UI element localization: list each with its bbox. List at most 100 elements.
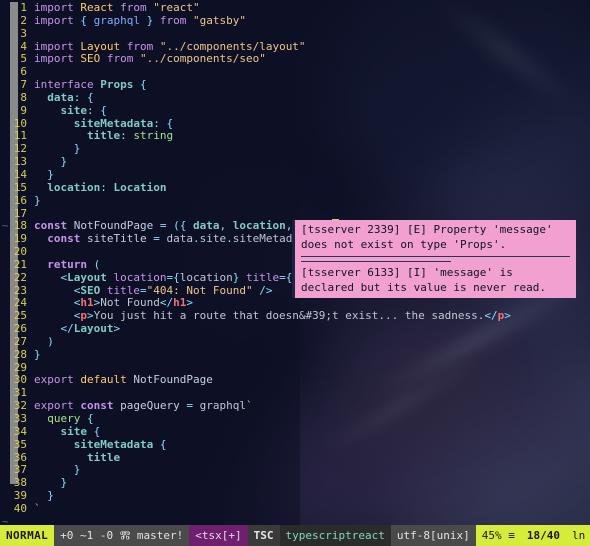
code-line[interactable]: 39 }	[0, 489, 590, 503]
code-token: const	[47, 232, 87, 246]
code-token: `	[245, 399, 253, 413]
code-token: }	[34, 489, 54, 503]
code-token: data	[166, 232, 193, 246]
code-line[interactable]: 16}	[0, 193, 590, 208]
line-number: 8	[20, 90, 27, 104]
code-token: "gatsby"	[192, 13, 246, 27]
code-token: title	[86, 450, 121, 464]
line-number: 1	[20, 1, 27, 14]
line-number: 5	[20, 52, 27, 66]
code-token: Layout	[73, 322, 114, 336]
line-number: 40	[13, 501, 27, 515]
code-token: import	[34, 13, 81, 27]
status-mode: NORMAL	[0, 525, 55, 546]
line-number: 20	[13, 245, 27, 259]
code-token: pageQuery	[120, 399, 180, 413]
code-line[interactable]: 38 }	[0, 476, 590, 490]
code-token: :	[100, 180, 114, 194]
code-line[interactable]: 36 title	[0, 450, 590, 465]
line-number: 34	[13, 424, 27, 438]
code-token: h1	[173, 296, 187, 310]
code-token: >	[186, 296, 193, 310]
status-filetype-indicator[interactable]: <tsx[+]	[189, 525, 248, 546]
code-line[interactable]: 26 </Layout>	[0, 322, 590, 336]
code-line[interactable]: 27 )	[0, 334, 590, 349]
code-line[interactable]: 12 }	[0, 142, 590, 156]
code-token: SEO	[80, 283, 101, 297]
code-token: siteMetadata	[73, 437, 154, 451]
code-token: }	[34, 463, 81, 477]
line-number: 9	[20, 103, 27, 117]
line-number: 35	[13, 437, 27, 451]
code-token: }	[34, 167, 54, 181]
code-line[interactable]: 2 import { graphql } from "gatsby"	[0, 13, 590, 28]
code-token: graphql	[199, 399, 246, 413]
code-token: location	[113, 270, 167, 284]
code-line[interactable]: 15 location: Location	[0, 180, 590, 195]
code-token: {	[80, 412, 94, 425]
code-line[interactable]: 28}	[0, 348, 590, 362]
status-tsc-badge[interactable]: TSC	[247, 525, 280, 546]
code-token: title	[106, 283, 140, 297]
status-git-branch[interactable]: +0 ~1 -0 Ⰿ master!	[54, 525, 190, 546]
code-token: {	[87, 424, 101, 438]
code-token: siteMetadata	[73, 116, 154, 130]
code-token: import	[34, 39, 81, 53]
code-token: }	[34, 142, 81, 156]
code-line[interactable]: 40 `	[0, 501, 590, 516]
code-token: `	[34, 501, 41, 515]
code-line[interactable]: 30 export default NotFoundPage	[0, 374, 590, 387]
status-language: typescriptreact	[279, 525, 391, 546]
code-token: default	[80, 373, 134, 387]
code-token: data	[47, 90, 74, 104]
line-number: 27	[13, 334, 27, 348]
code-token: from	[100, 52, 140, 66]
code-token: {	[133, 78, 147, 92]
code-token: {	[173, 270, 180, 284]
code-token: }	[232, 270, 246, 284]
code-token: =	[153, 219, 174, 233]
code-token: }	[34, 193, 41, 207]
line-number: 3	[20, 26, 27, 40]
code-token: Props	[100, 78, 134, 92]
code-line[interactable]: 13 }	[0, 155, 590, 169]
code-line[interactable]: 5 import SEO from "../components/seo"	[0, 52, 590, 66]
code-token: ({	[173, 219, 193, 233]
code-token: You just hit a route that doesn&#39;t ex…	[93, 309, 485, 323]
code-token: .	[226, 232, 233, 246]
line-change-marker: ~	[1, 219, 9, 233]
code-token: {	[153, 437, 167, 451]
diagnostic-separator-full	[301, 256, 570, 257]
code-token: }	[139, 13, 160, 27]
code-token: ,	[219, 219, 233, 233]
code-token: =	[179, 399, 200, 413]
code-line[interactable]: 11 title: string	[0, 130, 590, 143]
code-token: site	[60, 103, 88, 117]
code-token: React	[80, 1, 114, 14]
code-token: Not Found	[100, 296, 160, 310]
code-token: site	[199, 232, 227, 246]
code-token: from	[159, 13, 193, 27]
code-token: from	[113, 1, 154, 14]
code-token: "404: Not Found"	[146, 283, 253, 297]
code-line[interactable]: 37 }	[0, 463, 590, 477]
code-token: title	[245, 270, 280, 284]
code-token: NotFoundPage	[73, 219, 154, 233]
code-token: "../components/seo"	[139, 52, 266, 66]
code-token: >	[87, 309, 94, 323]
code-token: Layout	[80, 39, 121, 53]
code-token: />	[252, 283, 273, 297]
code-token: :	[120, 129, 134, 143]
line-number: 26	[13, 322, 27, 336]
code-token: import	[34, 52, 81, 66]
code-token: const	[34, 219, 74, 233]
line-number: 4	[20, 39, 27, 53]
code-token: </	[159, 296, 174, 310]
